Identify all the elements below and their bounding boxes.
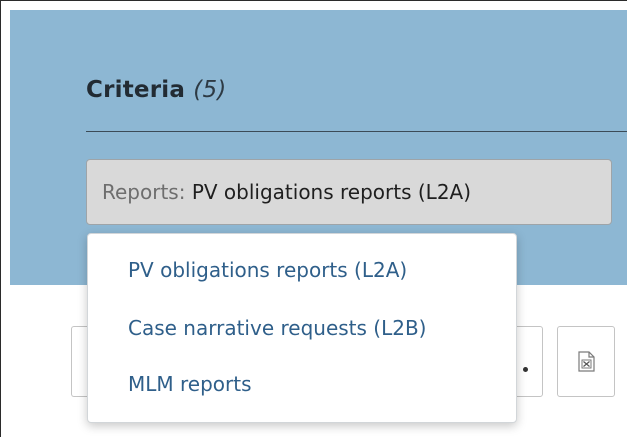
viewport-frame: Criteria (5) Reports: PV obligations rep… xyxy=(0,0,627,437)
criteria-count: (5) xyxy=(193,77,227,103)
reports-filter-value: PV obligations reports (L2A) xyxy=(191,180,472,204)
criteria-heading: Criteria (5) xyxy=(86,77,226,103)
reports-dropdown-menu: PV obligations reports (L2A) Case narrat… xyxy=(87,233,517,423)
reports-filter-label: Reports: xyxy=(102,180,186,204)
dropdown-option-pv-obligations[interactable]: PV obligations reports (L2A) xyxy=(128,258,407,282)
criteria-title: Criteria xyxy=(86,77,186,103)
excel-export-icon xyxy=(578,351,595,372)
criteria-divider xyxy=(86,131,627,132)
reports-filter-chip[interactable]: Reports: PV obligations reports (L2A) xyxy=(86,159,612,225)
dropdown-option-case-narrative[interactable]: Case narrative requests (L2B) xyxy=(128,316,426,340)
dropdown-option-mlm-reports[interactable]: MLM reports xyxy=(128,372,252,396)
more-icon xyxy=(523,367,528,372)
export-excel-button[interactable] xyxy=(557,326,615,397)
